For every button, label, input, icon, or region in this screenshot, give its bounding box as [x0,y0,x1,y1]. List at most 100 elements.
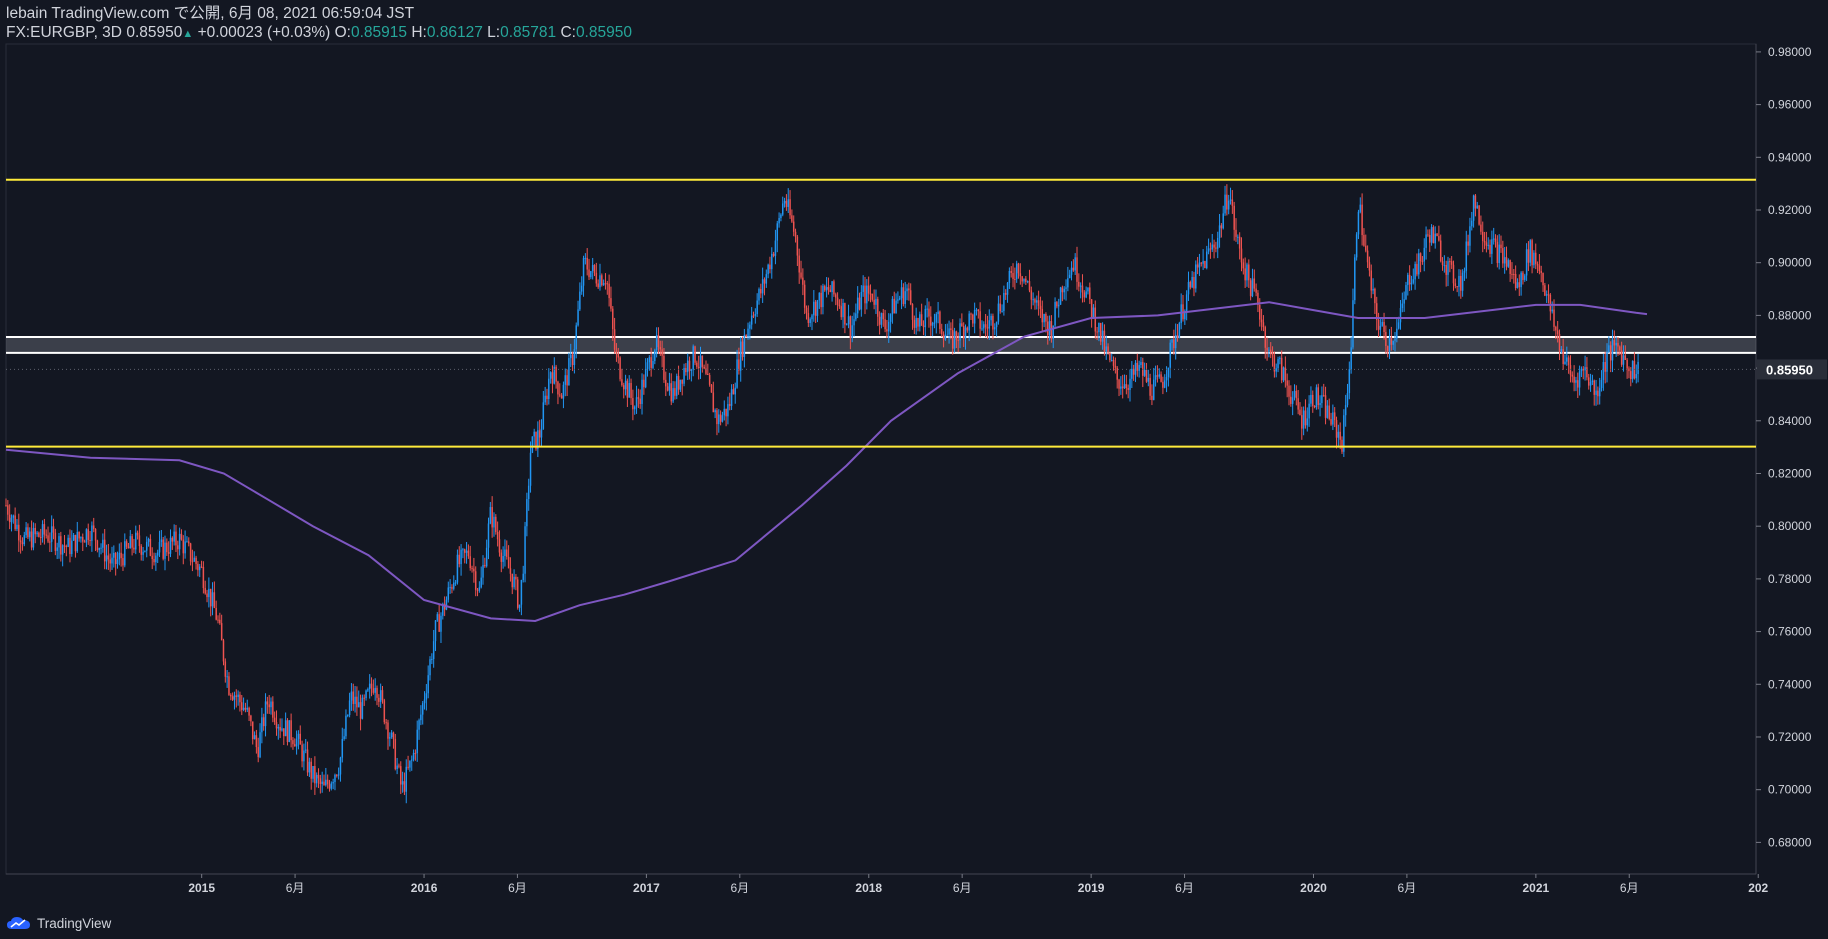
candle-body [1335,420,1338,438]
candle-body [1089,287,1091,300]
candle-body [637,397,640,399]
candle-body [1090,299,1093,318]
candle-body [1140,362,1142,366]
candle-body [911,304,914,320]
candle-body [140,546,142,555]
candle-body [1392,340,1394,345]
candle-body [303,750,305,762]
candle-body [1538,265,1541,271]
candle-body [559,394,561,396]
candle-body [1198,262,1201,268]
candle-body [438,614,440,632]
candle-body [147,538,150,542]
candle-body [1346,393,1349,406]
candle-body [1396,328,1398,339]
candle-body [120,552,122,559]
candle-body [288,720,291,742]
candle-body [299,733,302,745]
candle-body [253,735,256,740]
candle-body [266,701,269,705]
candle-body [378,697,380,702]
candle-body [1121,386,1124,389]
candle-body [1079,285,1082,287]
candle-body [1465,241,1468,271]
x-tick-label: 2019 [1078,881,1105,895]
candle-body [1313,405,1316,408]
candle-body [167,552,170,554]
price-chart[interactable]: 0.68000 0.70000 0.72000 0.74000 0.76000 0.780… [0,0,1828,939]
candle-body [902,287,905,305]
candle-body [827,287,830,290]
candle-body [217,619,219,621]
candle-body [909,290,912,305]
candle-body [917,318,919,327]
candle-body [816,300,819,316]
candle-body [849,316,852,338]
candle-body [1520,272,1522,288]
candle-body [1551,309,1553,312]
candle-body [1410,282,1413,285]
candle-body [1575,380,1577,383]
x-tick-label: 6月 [1398,881,1417,895]
candle-body [794,231,797,237]
candle-body [1363,235,1365,246]
candle-body [1434,233,1436,244]
candle-body [1458,275,1460,287]
candle-body [513,576,515,588]
candle-body [979,311,981,329]
candle-body [1408,274,1411,285]
candle-body [420,714,422,721]
candle-body [1229,199,1232,201]
candle-body [1578,371,1581,388]
candle-body [237,694,239,697]
candle-body [1480,224,1482,232]
candle-body [473,568,475,572]
candle-body [1129,378,1131,390]
y-tick-label: 0.74000 [1768,677,1812,691]
candle-body [1567,357,1570,366]
candle-body [1012,272,1014,280]
candle-body [1416,263,1418,275]
candle-body [1379,325,1382,330]
candle-body [1452,264,1455,284]
candle-body [527,485,530,500]
candle-body [621,379,623,386]
candle-body [171,537,174,542]
candle-body [96,540,99,551]
candle-body [1220,225,1223,229]
candle-body [1125,384,1128,389]
candle-body [835,294,837,298]
candle-body [765,274,768,284]
candle-body [1407,274,1409,286]
candle-body [1118,379,1120,389]
candle-body [873,299,875,305]
candle-body [785,200,788,207]
candle-body [771,253,773,270]
candle-body [515,576,517,580]
candle-body [548,378,550,400]
candle-body [696,362,698,367]
candle-body [939,311,941,329]
candle-body [615,349,618,354]
candle-body [1153,379,1155,400]
candle-body [774,240,777,256]
candle-body [467,550,470,557]
candle-body [1540,270,1542,273]
candle-body [1096,331,1098,333]
candle-body [697,366,700,369]
candle-body [919,314,921,327]
candle-body [1577,380,1579,388]
candle-body [69,537,71,555]
candle-body [606,283,609,285]
y-tick-label: 0.98000 [1768,45,1812,59]
y-tick-label: 0.68000 [1768,835,1812,849]
candle-body [447,587,450,600]
candle-body [1048,321,1051,336]
candle-body [1478,205,1480,225]
candle-body [1600,379,1603,389]
candle-body [1101,330,1104,342]
candle-body [1240,248,1243,263]
candle-body [1063,288,1065,293]
candle-body [813,301,815,316]
candle-body [941,328,943,335]
